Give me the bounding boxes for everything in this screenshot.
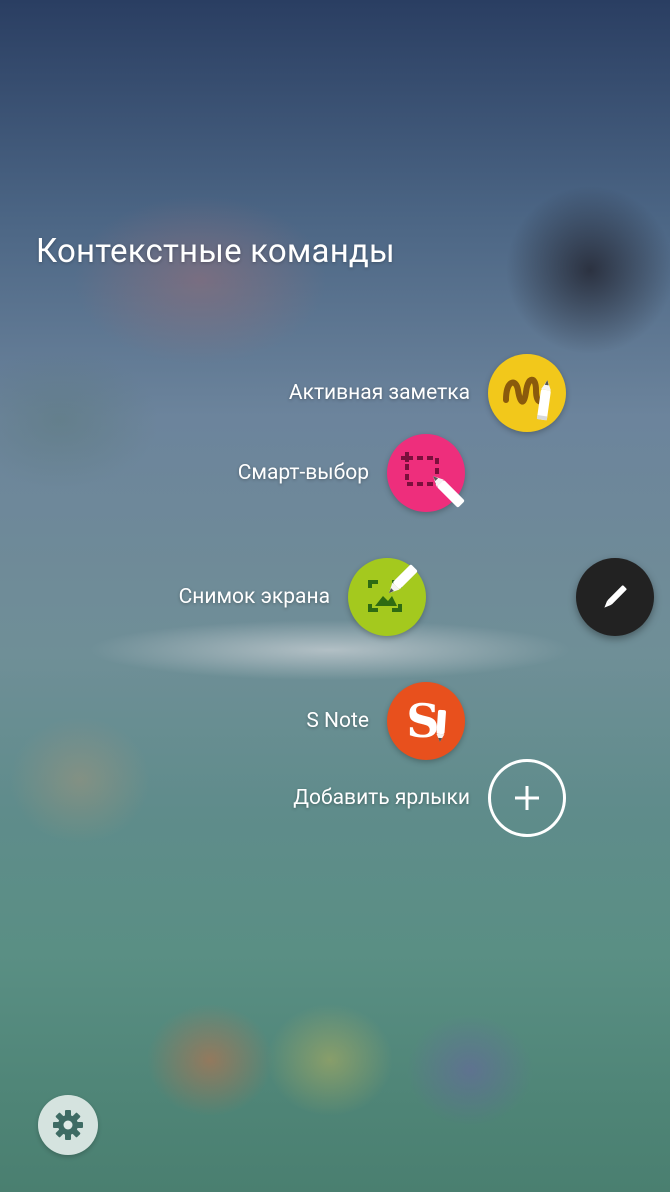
smart-select-icon (387, 434, 465, 512)
svg-text:S: S (406, 694, 439, 748)
menu-item-label: S Note (306, 709, 369, 733)
menu-item-label: Смарт-выбор (237, 461, 369, 485)
menu-item-add-shortcuts[interactable]: Добавить ярлыки (293, 759, 566, 837)
live-message-icon (488, 354, 566, 432)
menu-item-screen-write[interactable]: Снимок экрана (179, 558, 426, 636)
menu-item-s-note[interactable]: S Note S (306, 682, 465, 760)
add-shortcut-button (488, 759, 566, 837)
pen-button[interactable] (576, 558, 654, 636)
menu-item-live-message[interactable]: Активная заметка (289, 354, 566, 432)
settings-button[interactable] (38, 1095, 98, 1155)
pen-icon (604, 585, 627, 608)
menu-item-smart-select[interactable]: Смарт-выбор (238, 434, 465, 512)
s-note-icon: S (387, 682, 465, 760)
menu-item-label: Активная заметка (288, 381, 470, 405)
menu-item-label: Добавить ярлыки (293, 786, 470, 810)
plus-icon (515, 786, 539, 810)
screen-write-icon (348, 558, 426, 636)
gear-icon (53, 1110, 83, 1140)
page-title: Контекстные команды (36, 232, 395, 271)
menu-item-label: Снимок экрана (178, 585, 330, 609)
